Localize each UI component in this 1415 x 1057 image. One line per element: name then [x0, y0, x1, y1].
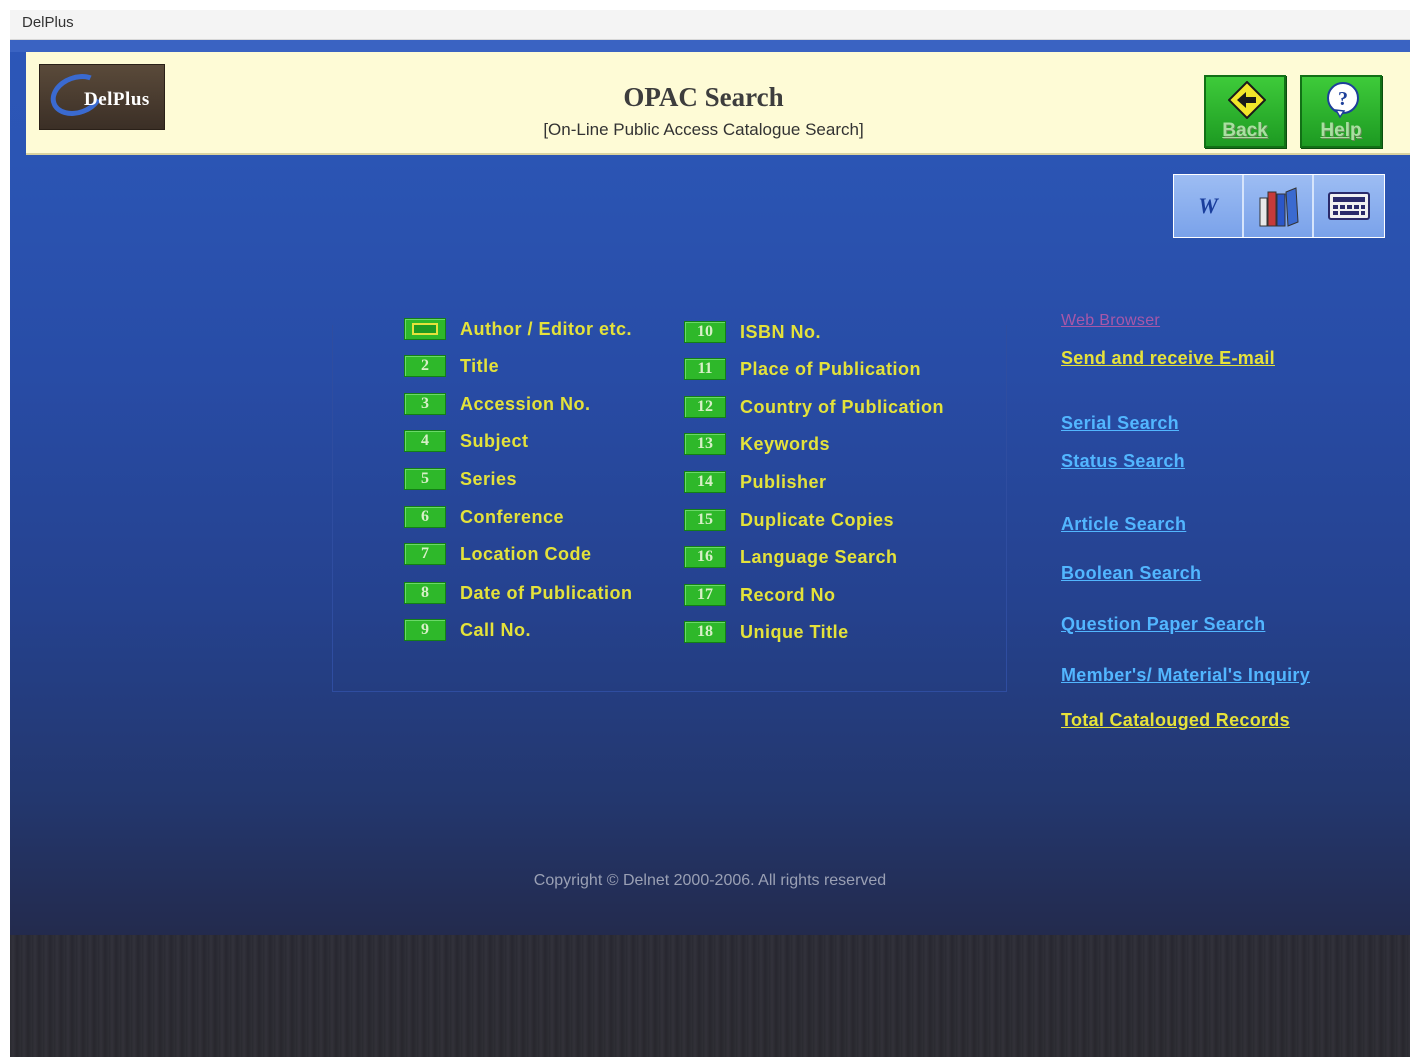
option-number-badge: 13: [684, 433, 726, 455]
toolbar-icon-group: W: [1173, 174, 1385, 238]
option-number-badge: [404, 318, 446, 340]
option-label: Country of Publication: [740, 396, 944, 417]
selected-indicator: [412, 323, 438, 335]
option-number-badge: 8: [404, 582, 446, 604]
question-paper-search-link[interactable]: Question Paper Search: [1061, 614, 1265, 635]
option-location-code[interactable]: 7 Location Code: [404, 542, 592, 566]
option-duplicate-copies[interactable]: 15 Duplicate Copies: [684, 508, 894, 532]
option-label: Date of Publication: [460, 582, 633, 603]
option-title[interactable]: 2 Title: [404, 354, 499, 378]
option-number-badge: 3: [404, 393, 446, 415]
option-number-badge: 11: [684, 358, 726, 380]
page-title: OPAC Search: [623, 82, 784, 112]
option-keywords[interactable]: 13 Keywords: [684, 432, 830, 456]
books-icon: [1259, 187, 1299, 227]
option-date-of-publication[interactable]: 8 Date of Publication: [404, 581, 633, 605]
option-number-badge: 16: [684, 546, 726, 568]
total-catalogued-records-link[interactable]: Total Catalouged Records: [1061, 710, 1290, 731]
option-language-search[interactable]: 16 Language Search: [684, 545, 898, 569]
option-unique-title[interactable]: 18 Unique Title: [684, 620, 849, 644]
help-label: Help: [1320, 120, 1362, 141]
copyright-text: Copyright © Delnet 2000-2006. All rights…: [533, 872, 887, 889]
option-number-badge: 9: [404, 619, 446, 641]
option-publisher[interactable]: 14 Publisher: [684, 470, 827, 494]
word-processor-button[interactable]: W: [1174, 175, 1244, 237]
web-browser-link[interactable]: Web Browser: [1061, 312, 1160, 330]
option-label: Publisher: [740, 471, 827, 492]
article-search-link[interactable]: Article Search: [1061, 514, 1186, 535]
window-title: DelPlus: [22, 14, 74, 31]
option-label: Duplicate Copies: [740, 509, 895, 530]
option-number-badge: 14: [684, 471, 726, 493]
status-search-link[interactable]: Status Search: [1061, 451, 1185, 472]
option-label: Location Code: [460, 543, 592, 564]
window-titlebar: DelPlus: [10, 10, 1410, 40]
calculator-button[interactable]: [1314, 175, 1384, 237]
option-label: Place of Publication: [740, 358, 922, 379]
footer-texture-band: [10, 935, 1410, 1057]
top-accent-bar: [10, 40, 1410, 52]
option-label: ISBN No.: [740, 321, 822, 342]
books-button[interactable]: [1244, 175, 1314, 237]
option-conference[interactable]: 6 Conference: [404, 505, 564, 529]
option-number-badge: 17: [684, 584, 726, 606]
boolean-search-link[interactable]: Boolean Search: [1061, 563, 1201, 584]
option-label: Unique Title: [740, 621, 849, 642]
help-button[interactable]: ? Help: [1300, 75, 1382, 148]
option-number-badge: 15: [684, 509, 726, 531]
page-subtitle: [On-Line Public Access Catalogue Search]: [543, 120, 864, 139]
back-arrow-icon: [1228, 81, 1266, 119]
option-record-no[interactable]: 17 Record No: [684, 583, 836, 607]
option-number-badge: 6: [404, 506, 446, 528]
serial-search-link[interactable]: Serial Search: [1061, 413, 1179, 434]
email-link[interactable]: Send and receive E-mail: [1061, 348, 1275, 369]
option-label: Author / Editor etc.: [460, 318, 632, 339]
option-number-badge: 10: [684, 321, 726, 343]
word-icon: W: [1198, 193, 1218, 218]
option-isbn-no[interactable]: 10 ISBN No.: [684, 320, 821, 344]
option-series[interactable]: 5 Series: [404, 467, 517, 491]
header-bar: DelPlus OPAC Search [On-Line Public Acce…: [26, 52, 1410, 155]
option-country-of-publication[interactable]: 12 Country of Publication: [684, 395, 944, 419]
option-label: Series: [460, 468, 518, 489]
option-call-no[interactable]: 9 Call No.: [404, 618, 531, 642]
help-question-icon: ?: [1324, 81, 1362, 119]
option-subject[interactable]: 4 Subject: [404, 429, 529, 453]
back-label: Back: [1222, 120, 1268, 141]
back-button[interactable]: Back: [1204, 75, 1286, 148]
option-number-badge: 12: [684, 396, 726, 418]
option-number-badge: 5: [404, 468, 446, 490]
option-place-of-publication[interactable]: 11 Place of Publication: [684, 357, 921, 381]
option-label: Accession No.: [460, 393, 591, 414]
app-window: DelPlus OPAC Search [On-Line Public Acce…: [10, 40, 1410, 1057]
option-number-badge: 2: [404, 355, 446, 377]
option-label: Subject: [460, 430, 529, 451]
option-label: Title: [460, 355, 500, 376]
option-label: Conference: [460, 506, 565, 527]
option-number-badge: 4: [404, 430, 446, 452]
member-material-inquiry-link[interactable]: Member's/ Material's Inquiry: [1061, 665, 1310, 686]
option-label: Language Search: [740, 546, 898, 567]
keyboard-icon: [1328, 192, 1370, 220]
option-accession-no[interactable]: 3 Accession No.: [404, 392, 591, 416]
option-label: Record No: [740, 584, 836, 605]
svg-text:?: ?: [1338, 88, 1348, 110]
option-label: Keywords: [740, 433, 831, 454]
option-author-editor[interactable]: Author / Editor etc.: [404, 317, 632, 341]
option-number-badge: 7: [404, 543, 446, 565]
option-number-badge: 18: [684, 621, 726, 643]
option-label: Call No.: [460, 619, 532, 640]
